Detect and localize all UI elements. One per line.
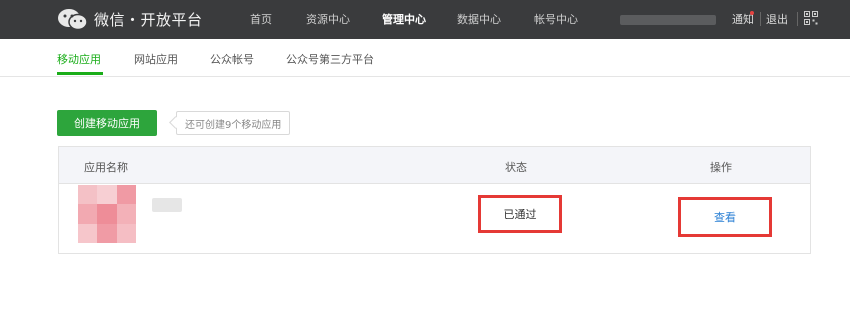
sub-nav: 移动应用 网站应用 公众帐号 公众号第三方平台	[0, 39, 850, 77]
quota-tooltip: 还可创建9个移动应用	[176, 111, 291, 135]
username-redacted	[620, 15, 716, 25]
logo-title: 微信・开放平台	[94, 10, 203, 29]
column-app-name: 应用名称	[84, 161, 128, 174]
app-icon-redacted	[78, 185, 136, 243]
top-nav-bar: 微信・开放平台 首页 资源中心 管理中心 数据中心 帐号中心 通知 退出	[0, 0, 850, 39]
view-link[interactable]: 查看	[714, 209, 736, 225]
nav-resources[interactable]: 资源中心	[306, 11, 350, 27]
create-mobile-app-button[interactable]: 创建移动应用	[57, 110, 157, 136]
status-text: 已通过	[503, 208, 537, 221]
column-actions: 操作	[710, 161, 732, 174]
logout-link[interactable]: 退出	[766, 11, 788, 27]
nav-management[interactable]: 管理中心	[382, 11, 426, 27]
active-tab-indicator	[57, 72, 103, 75]
tab-mobile-apps[interactable]: 移动应用	[57, 51, 101, 67]
divider	[797, 12, 798, 26]
wechat-logo-icon	[58, 9, 88, 31]
tab-third-party-platform[interactable]: 公众号第三方平台	[286, 51, 374, 67]
notice-dot-icon	[750, 11, 754, 15]
qrcode-icon[interactable]	[804, 11, 818, 25]
tab-website-apps[interactable]: 网站应用	[134, 51, 178, 67]
status-highlight-box: 已通过	[478, 195, 562, 233]
column-status: 状态	[505, 161, 527, 174]
nav-home[interactable]: 首页	[250, 11, 272, 27]
logo[interactable]: 微信・开放平台	[56, 5, 203, 33]
nav-account[interactable]: 帐号中心	[534, 11, 578, 27]
view-highlight-box: 查看	[678, 197, 772, 237]
nav-data[interactable]: 数据中心	[457, 11, 501, 27]
tab-public-accounts[interactable]: 公众帐号	[210, 51, 254, 67]
divider	[760, 12, 761, 26]
table-header: 应用名称 状态 操作	[59, 147, 810, 184]
app-table: 应用名称 状态 操作 已通过 查看	[58, 146, 811, 254]
app-name-redacted	[152, 198, 182, 212]
